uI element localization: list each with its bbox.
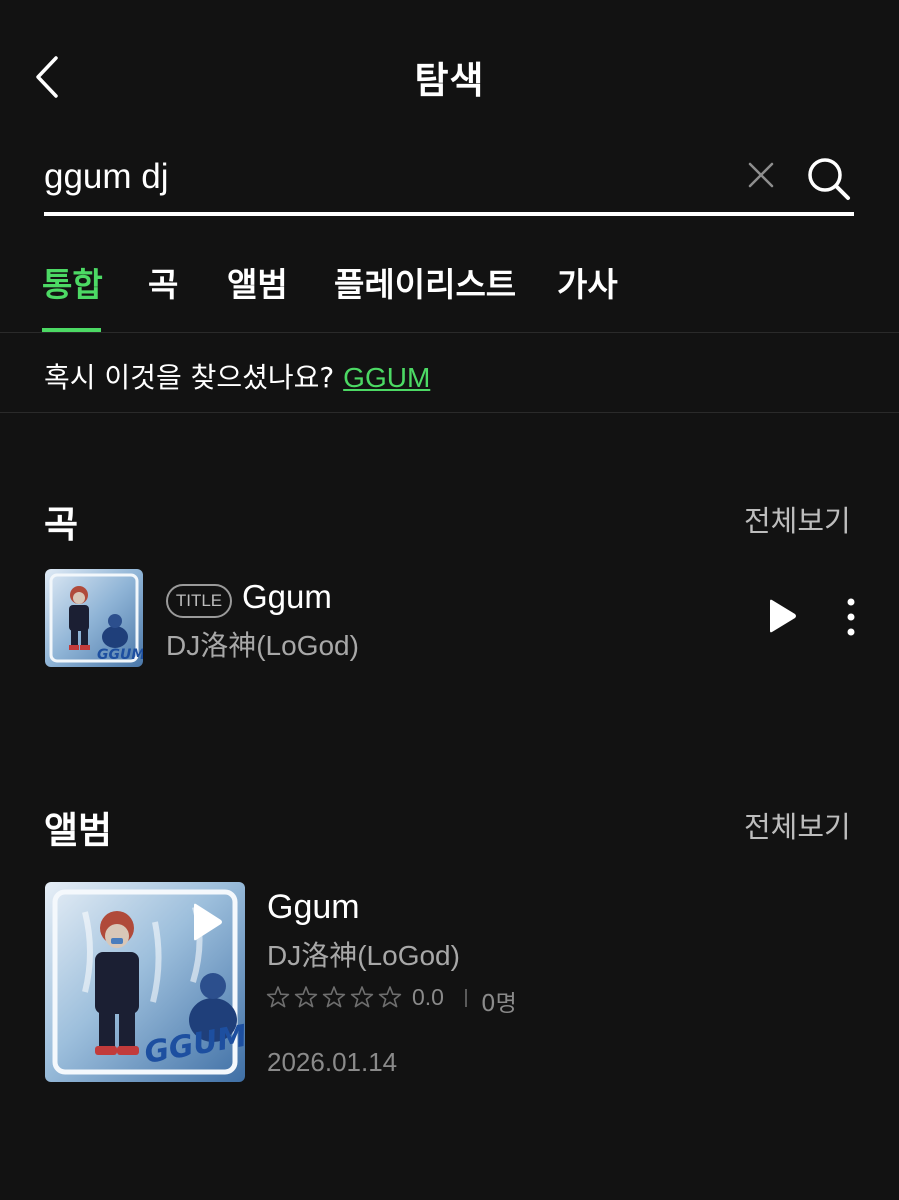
album-artist[interactable]: DJ洛神(LoGod) <box>267 934 460 974</box>
tab-songs[interactable]: 곡 <box>148 258 178 306</box>
did-you-mean-text: 혹시 이것을 찾으셨나요? <box>44 361 335 394</box>
song-album-art[interactable]: GGUM <box>45 569 143 667</box>
play-icon <box>770 599 796 633</box>
rating-separator <box>465 989 467 1007</box>
tab-albums[interactable]: 앨범 <box>227 258 288 306</box>
album-play-button[interactable] <box>190 902 224 942</box>
more-vertical-icon <box>847 598 855 636</box>
star-outline-icon <box>322 986 346 1008</box>
play-icon <box>194 903 222 941</box>
star-outline-icon <box>378 986 402 1008</box>
page-title: 탐색 <box>414 59 485 102</box>
album-title[interactable]: Ggum <box>267 888 360 927</box>
search-underline <box>44 212 854 216</box>
star-outline-icon <box>294 986 318 1008</box>
songs-section-title: 곡 <box>44 503 79 546</box>
tab-integrated[interactable]: 통합 <box>42 258 103 306</box>
search-icon <box>808 158 850 200</box>
tab-lyrics[interactable]: 가사 <box>557 258 618 306</box>
album-release-date: 2026.01.14 <box>267 1047 398 1077</box>
title-track-badge: TITLE <box>166 584 232 618</box>
did-you-mean-link[interactable]: GGUM <box>343 362 430 393</box>
divider <box>0 412 899 413</box>
rating-value: 0.0 <box>412 984 444 1010</box>
albums-section-title: 앨범 <box>44 809 113 852</box>
tab-playlists[interactable]: 플레이리스트 <box>334 258 516 306</box>
star-outline-icon <box>266 986 290 1008</box>
clear-search-button[interactable] <box>744 158 778 192</box>
did-you-mean: 혹시 이것을 찾으셨나요? GGUM <box>44 356 430 396</box>
search-button[interactable] <box>804 154 852 202</box>
rating-stars <box>266 984 406 1010</box>
svg-text:GGUM: GGUM <box>97 647 143 663</box>
albums-view-all-link[interactable]: 전체보기 <box>744 804 851 846</box>
search-input[interactable] <box>44 150 724 204</box>
rating-count: 0명 <box>481 991 517 1017</box>
divider <box>0 332 899 333</box>
song-more-button[interactable] <box>841 598 861 636</box>
star-outline-icon <box>350 986 374 1008</box>
song-title[interactable]: Ggum <box>242 578 332 616</box>
songs-view-all-link[interactable]: 전체보기 <box>744 498 851 540</box>
song-play-button[interactable] <box>766 598 798 634</box>
clear-icon <box>748 162 774 188</box>
song-artist[interactable]: DJ洛神(LoGod) <box>166 624 359 664</box>
